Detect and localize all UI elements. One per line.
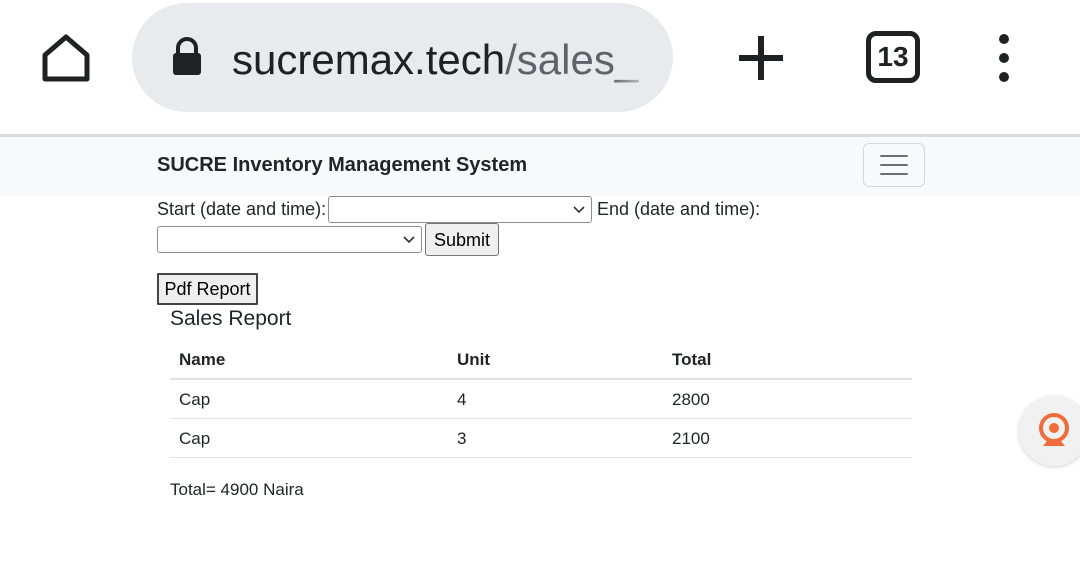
- hamburger-icon-bar: [880, 164, 908, 166]
- table-header-row: Name Unit Total: [170, 340, 912, 380]
- cell-name: Cap: [179, 429, 211, 448]
- url-text[interactable]: sucremax.tech/sales_: [232, 32, 652, 88]
- cell-total: 2100: [672, 429, 710, 448]
- grand-total: Total= 4900 Naira: [170, 480, 304, 499]
- tab-count: 13: [877, 41, 909, 72]
- plus-icon[interactable]: [735, 32, 787, 84]
- browser-toolbar: sucremax.tech/sales_ 13: [0, 0, 1080, 134]
- home-icon: [42, 34, 90, 82]
- start-date-label: Start (date and time):: [157, 199, 327, 219]
- url-host: sucremax.tech: [232, 36, 506, 83]
- cell-unit: 3: [457, 429, 467, 448]
- kebab-menu-icon[interactable]: [990, 33, 1018, 83]
- start-date-select[interactable]: [328, 196, 592, 223]
- navbar-toggler-button[interactable]: [863, 143, 925, 187]
- column-header-unit: Unit: [457, 350, 491, 369]
- column-header-name: Name: [179, 350, 226, 369]
- submit-button[interactable]: Submit: [425, 223, 499, 256]
- table-row: Cap 3 2100: [170, 419, 912, 458]
- end-date-label: End (date and time):: [597, 199, 761, 219]
- pdf-report-button[interactable]: Pdf Report: [157, 273, 258, 305]
- hamburger-icon-bar: [880, 155, 908, 157]
- chevron-down-icon: [573, 206, 585, 214]
- column-header-total: Total: [672, 350, 712, 369]
- cell-name: Cap: [179, 390, 211, 409]
- end-date-select[interactable]: [157, 226, 422, 253]
- table-row: Cap 4 2800: [170, 380, 912, 419]
- sales-table: Name Unit Total Cap 4 2800 Cap 3 2100: [170, 340, 912, 458]
- home-button[interactable]: [38, 30, 94, 86]
- floating-webcam-button[interactable]: [1019, 396, 1080, 466]
- cell-unit: 4: [457, 390, 467, 409]
- webcam-icon: [1039, 413, 1069, 446]
- cell-total: 2800: [672, 390, 710, 409]
- report-title: Sales Report: [170, 307, 292, 330]
- navbar-brand[interactable]: SUCRE Inventory Management System: [157, 151, 527, 179]
- lock-icon: [173, 37, 201, 75]
- url-fade: [612, 32, 656, 88]
- chevron-down-icon: [403, 236, 415, 244]
- hamburger-icon-bar: [880, 173, 908, 175]
- tab-switcher-button[interactable]: 13: [866, 31, 920, 83]
